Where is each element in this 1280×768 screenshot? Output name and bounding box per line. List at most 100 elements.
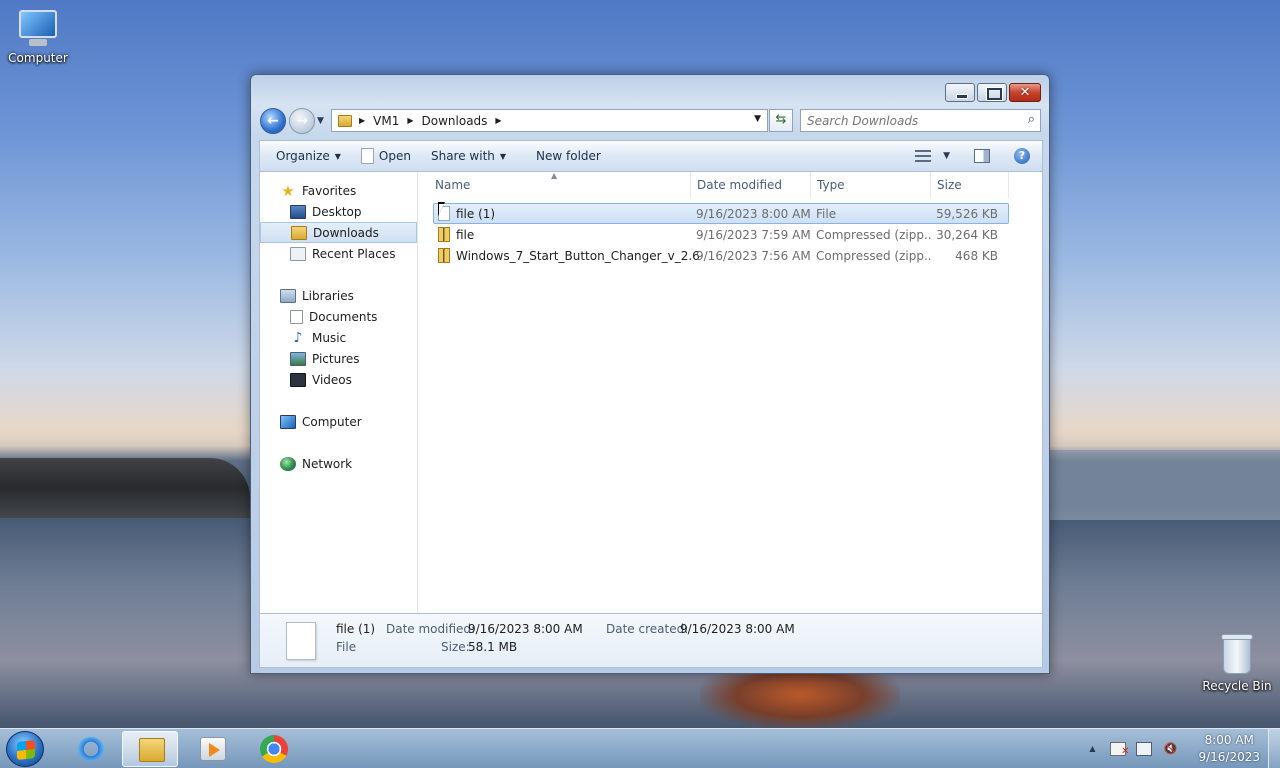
change-view-icon[interactable] bbox=[915, 150, 932, 162]
column-header-name[interactable]: ▲ Name bbox=[429, 171, 691, 198]
search-box: ⌕ bbox=[800, 109, 1041, 132]
recent-places-icon bbox=[290, 246, 306, 261]
maximize-button[interactable] bbox=[977, 83, 1007, 102]
recent-pages-dropdown-icon[interactable]: ▼ bbox=[317, 116, 324, 126]
media-player-icon bbox=[200, 737, 226, 761]
internet-explorer-icon bbox=[78, 737, 104, 761]
network-status-icon[interactable] bbox=[1136, 742, 1153, 756]
film-strip-icon bbox=[290, 372, 306, 387]
nav-item-pictures[interactable]: Pictures bbox=[260, 348, 417, 369]
nav-item-favorites[interactable]: ★ Favorites bbox=[260, 180, 417, 201]
taskbar-media-player[interactable] bbox=[184, 731, 240, 767]
details-file-name: file (1) bbox=[336, 622, 376, 636]
back-button[interactable]: ← bbox=[260, 108, 286, 134]
nav-item-downloads[interactable]: Downloads bbox=[260, 222, 417, 243]
taskbar-windows-explorer[interactable] bbox=[122, 731, 178, 767]
clock[interactable]: 8:00 AM 9/16/2023 bbox=[1198, 732, 1260, 766]
details-size-value: 58.1 MB bbox=[468, 640, 518, 654]
nav-item-music[interactable]: ♪ Music bbox=[260, 327, 417, 348]
details-file-kind: File bbox=[336, 640, 357, 654]
details-date-created-value: 9/16/2023 8:00 AM bbox=[680, 622, 795, 636]
column-header-size[interactable]: Size bbox=[931, 172, 1009, 198]
action-center-flag-icon[interactable] bbox=[1110, 742, 1129, 759]
preview-pane-icon[interactable] bbox=[974, 149, 990, 163]
desktop-icon bbox=[290, 204, 306, 219]
downloads-folder-icon bbox=[338, 114, 352, 127]
file-list: file (1) 9/16/2023 8:00 AM File 59,526 K… bbox=[433, 203, 1009, 266]
computer-icon bbox=[280, 414, 296, 429]
file-size: 30,264 KB bbox=[936, 227, 998, 242]
network-globe-icon bbox=[280, 456, 296, 471]
forward-button[interactable]: → bbox=[289, 108, 315, 134]
new-folder-button[interactable]: New folder bbox=[516, 141, 611, 171]
breadcrumb-downloads[interactable]: Downloads bbox=[422, 114, 488, 128]
zip-folder-icon bbox=[438, 248, 450, 263]
start-button[interactable] bbox=[6, 731, 44, 767]
nav-item-label: Desktop bbox=[312, 204, 362, 219]
address-bar[interactable]: ▶ VM1 ▶ Downloads ▶ ▼ bbox=[331, 109, 768, 132]
nav-item-computer[interactable]: Computer bbox=[260, 411, 417, 432]
mouse-pointer-icon bbox=[438, 202, 445, 216]
nav-item-network[interactable]: Network bbox=[260, 453, 417, 474]
file-row[interactable]: Windows_7_Start_Button_Changer_v_2.6 9/1… bbox=[433, 245, 1009, 266]
document-icon bbox=[360, 148, 374, 164]
details-size-label: Size: bbox=[441, 640, 470, 654]
command-bar: Organize ▼ Open Share with ▼ New folder … bbox=[259, 140, 1043, 171]
wallpaper-rocks-left bbox=[0, 458, 250, 518]
file-type: Compressed (zipp... bbox=[816, 248, 932, 263]
search-input[interactable] bbox=[801, 110, 1011, 131]
close-icon: ✕ bbox=[1019, 85, 1031, 100]
navigation-pane: ★ Favorites Desktop Downloads Recent Pla… bbox=[260, 172, 418, 613]
breadcrumb-separator-icon[interactable]: ▶ bbox=[495, 116, 501, 125]
file-name: file bbox=[456, 227, 475, 242]
view-options-dropdown-icon[interactable]: ▼ bbox=[943, 151, 950, 161]
file-size: 59,526 KB bbox=[936, 206, 998, 221]
show-hidden-icons-button[interactable]: ▲ bbox=[1084, 742, 1100, 756]
nav-item-label: Recent Places bbox=[312, 246, 396, 261]
details-pane: file (1) File Date modified: 9/16/2023 8… bbox=[259, 614, 1043, 668]
nav-item-videos[interactable]: Videos bbox=[260, 369, 417, 390]
file-type: File bbox=[816, 206, 837, 221]
sort-ascending-icon: ▲ bbox=[551, 171, 558, 180]
taskbar: ▲ 🔇 8:00 AM 9/16/2023 bbox=[0, 728, 1280, 768]
organize-menu-button[interactable]: Organize ▼ bbox=[260, 141, 351, 171]
address-history-dropdown-icon[interactable]: ▼ bbox=[754, 114, 761, 124]
folder-icon bbox=[139, 738, 165, 762]
taskbar-chrome[interactable] bbox=[246, 731, 302, 767]
nav-item-desktop[interactable]: Desktop bbox=[260, 201, 417, 222]
share-with-menu-button[interactable]: Share with ▼ bbox=[421, 141, 516, 171]
column-header-date-modified[interactable]: Date modified bbox=[691, 172, 811, 198]
breadcrumb-separator-icon[interactable]: ▶ bbox=[359, 116, 365, 125]
help-icon[interactable]: ? bbox=[1014, 148, 1030, 164]
file-row[interactable]: file 9/16/2023 7:59 AM Compressed (zipp.… bbox=[433, 224, 1009, 245]
windows-logo-icon bbox=[17, 740, 35, 760]
nav-item-label: Downloads bbox=[313, 225, 379, 240]
window-controls: ✕ bbox=[945, 83, 1041, 102]
nav-item-recent-places[interactable]: Recent Places bbox=[260, 243, 417, 264]
share-with-label: Share with bbox=[430, 149, 495, 163]
toolbar-right-group: ▼ ? bbox=[915, 148, 1042, 164]
search-icon[interactable]: ⌕ bbox=[1028, 112, 1035, 127]
star-icon: ★ bbox=[281, 181, 295, 200]
back-arrow-icon: ← bbox=[267, 113, 279, 129]
breadcrumb-separator-icon[interactable]: ▶ bbox=[407, 116, 413, 125]
minimize-button[interactable] bbox=[945, 83, 975, 102]
desktop-icon-computer[interactable]: Computer bbox=[0, 8, 76, 65]
breadcrumb-vm1[interactable]: VM1 bbox=[373, 114, 399, 128]
volume-muted-icon[interactable]: 🔇 bbox=[1162, 742, 1178, 756]
refresh-button[interactable]: ⇆ bbox=[769, 109, 793, 132]
refresh-icon: ⇆ bbox=[775, 112, 787, 127]
libraries-icon bbox=[280, 288, 296, 303]
show-desktop-button[interactable] bbox=[1268, 729, 1280, 768]
desktop-icon-recycle-bin[interactable]: Recycle Bin bbox=[1199, 632, 1275, 693]
close-button[interactable]: ✕ bbox=[1009, 83, 1041, 102]
nav-item-libraries[interactable]: Libraries bbox=[260, 285, 417, 306]
file-name: Windows_7_Start_Button_Changer_v_2.6 bbox=[456, 248, 700, 263]
open-button[interactable]: Open bbox=[351, 141, 421, 171]
column-header-type[interactable]: Type bbox=[811, 172, 931, 198]
taskbar-internet-explorer[interactable] bbox=[62, 731, 118, 767]
details-date-created-label: Date created: bbox=[606, 622, 689, 636]
file-row[interactable]: file (1) 9/16/2023 8:00 AM File 59,526 K… bbox=[433, 203, 1009, 224]
nav-item-documents[interactable]: Documents bbox=[260, 306, 417, 327]
column-header-label: Name bbox=[435, 178, 471, 192]
